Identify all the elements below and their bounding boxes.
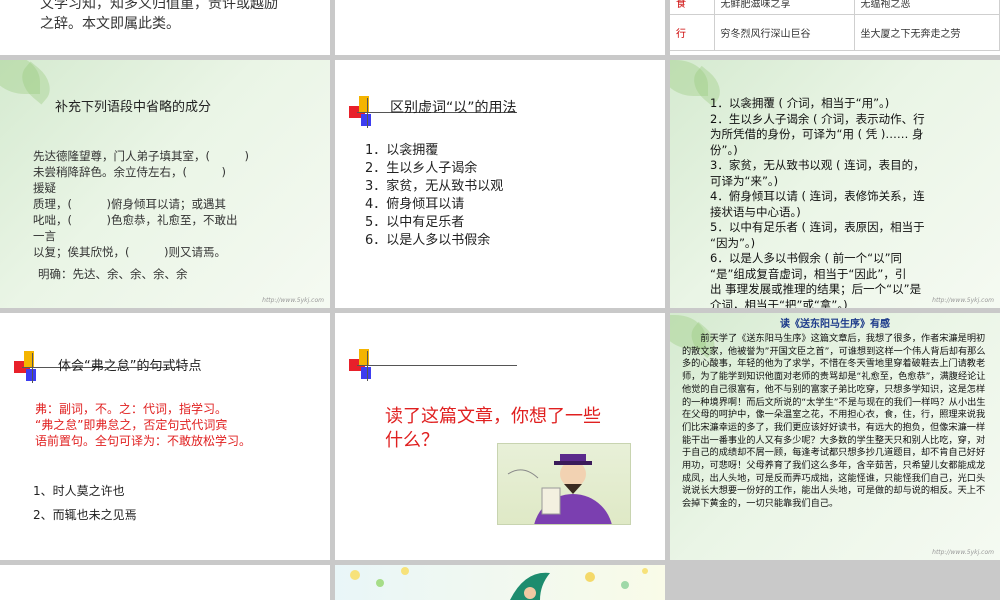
text-line: 叱咄，( )色愈恭，礼愈至，不敢出 bbox=[33, 213, 238, 227]
text-line: 出 事理发展或推理的结果；后一个“以”是 bbox=[710, 282, 922, 296]
scholar-illustration bbox=[497, 443, 631, 525]
annotation-list: 1．以衾拥覆 ( 介词，相当于“用”。) 2．生以乡人子谒余 ( 介词，表示动作… bbox=[710, 96, 995, 308]
text-line: 质理，( )俯身倾耳以请；或遇其 bbox=[33, 197, 226, 211]
list-item: 2．生以乡人子谒余 bbox=[365, 161, 478, 176]
watermark: http://www.5ykj.com bbox=[932, 297, 994, 304]
table-cell: 行 bbox=[670, 14, 715, 51]
scholar-figure-icon bbox=[507, 454, 612, 524]
empty-area bbox=[670, 565, 1000, 600]
table-cell: 无鲜肥滋味之享 bbox=[713, 0, 855, 15]
list-item: 6．以是人多以书假余 bbox=[365, 233, 491, 248]
text-line: 未尝稍降辞色。余立侍左右，( ) bbox=[33, 165, 226, 179]
table-row: 行 穷冬烈风行深山巨谷 坐大厦之下无奔走之劳 bbox=[670, 14, 1000, 51]
text-line: 5．以中有足乐者 ( 连词，表原因，相当于 bbox=[710, 220, 925, 234]
slide-1-line-1: 文学习知，知多义归值重，贵许或越励 bbox=[40, 0, 278, 12]
slide-4[interactable]: 补充下列语段中省略的成分 先达德隆望尊，门人弟子填其室，( ) 未尝稍降辞色。余… bbox=[0, 60, 330, 308]
slide-3-table: 食 无鲜肥滋味之享 无缊袍之恶 行 穷冬烈风行深山巨谷 坐大厦之下无奔走之劳 bbox=[670, 0, 1000, 51]
slide-5[interactable]: 区别虚词“以”的用法 1．以衾拥覆 2．生以乡人子谒余 3．家贫，无从致书以观 … bbox=[335, 60, 665, 308]
slide-title: 区别虚词“以”的用法 bbox=[390, 100, 517, 116]
text-line: 3．家贫，无从致书以观 ( 连词，表目的， bbox=[710, 158, 925, 172]
list-item: 1、时人莫之许也 bbox=[33, 484, 125, 498]
watermark: http://www.5ykj.com bbox=[262, 297, 324, 304]
essay-title: 读《送东阳马生序》有感 bbox=[780, 319, 890, 330]
answer-text: 明确：先达、余、余、余、余 bbox=[38, 267, 188, 281]
slide-title: 体会“弗之怠”的句式特点 bbox=[58, 359, 202, 374]
text-line: 援疑 bbox=[33, 181, 56, 195]
slide-6[interactable]: 1．以衾拥覆 ( 介词，相当于“用”。) 2．生以乡人子谒余 ( 介词，表示动作… bbox=[670, 60, 1000, 308]
text-line: 先达德隆望尊，门人弟子填其室，( ) bbox=[33, 149, 249, 163]
text-line: “是”组成复音虚词，相当于“因此”，引 bbox=[710, 266, 907, 281]
red-explanation: 语前置句。全句可译为：不敢放松学习。 bbox=[35, 434, 252, 448]
text-line: 1．以衾拥覆 ( 介词，相当于“用”。) bbox=[710, 96, 890, 110]
table-cell: 食 bbox=[670, 0, 715, 15]
text-line: 2．生以乡人子谒余 ( 介词，表示动作、行 bbox=[710, 111, 925, 126]
text-line: 份”。) bbox=[710, 142, 738, 157]
essay-body: 前天学了《送东阳马生序》这篇文章后，我想了很多，作者宋濂是明初的散文家，他被誉为… bbox=[682, 333, 986, 510]
list-item: 5．以中有足乐者 bbox=[365, 215, 465, 230]
slide-11[interactable] bbox=[335, 565, 665, 600]
text-line: “因为”。) bbox=[710, 235, 756, 250]
slide-title: 补充下列语段中省略的成分 bbox=[55, 100, 212, 115]
list-item: 4．俯身倾耳以请 bbox=[365, 197, 465, 212]
corner-deco-icon bbox=[349, 96, 517, 128]
text-line: 一言 bbox=[33, 229, 56, 243]
list-item: 3．家贫，无从致书以观 bbox=[365, 179, 504, 194]
slide-2[interactable] bbox=[335, 0, 665, 55]
slide-8[interactable]: 读了这篇文章，你想了一些 什么？ bbox=[335, 313, 665, 560]
table-cell: 无缊袍之恶 bbox=[853, 0, 1000, 15]
table-cell: 坐大厦之下无奔走之劳 bbox=[853, 14, 1000, 51]
list-item: 2、而辄也未之见焉 bbox=[33, 508, 137, 522]
red-explanation: 弗：副词，不。之：代词，指学习。 bbox=[35, 402, 228, 416]
corner-deco-icon bbox=[349, 349, 517, 381]
slide-1[interactable]: 文学习知，知多义归值重，贵许或越励 之辞。本文即属此类。 bbox=[0, 0, 330, 55]
slide-1-line-2: 之辞。本文即属此类。 bbox=[40, 16, 180, 32]
text-line: 可译为“来”。) bbox=[710, 173, 779, 188]
text-line: 为所凭借的身份，可译为“用 ( 凭 )…… 身 bbox=[710, 127, 924, 141]
slide-3[interactable]: 食 无鲜肥滋味之享 无缊袍之恶 行 穷冬烈风行深山巨谷 坐大厦之下无奔走之劳 bbox=[670, 0, 1000, 55]
text-line: 6．以是人多以书假余 ( 前一个“以”同 bbox=[710, 251, 903, 265]
red-explanation: “弗之怠”即弗怠之，否定句式代词宾 bbox=[35, 418, 228, 432]
slide-7[interactable]: 体会“弗之怠”的句式特点 弗：副词，不。之：代词，指学习。 “弗之怠”即弗怠之，… bbox=[0, 313, 330, 560]
table-cell: 穷冬烈风行深山巨谷 bbox=[713, 14, 855, 51]
corner-deco-icon bbox=[14, 351, 182, 383]
flower-decoration-icon bbox=[350, 567, 648, 600]
text-line: 以复；俟其欣悦，( )则又请焉。 bbox=[33, 245, 226, 259]
slide-title: 读了这篇文章，你想了一些 bbox=[385, 406, 601, 427]
text-line: 接状语与中心语。) bbox=[710, 204, 801, 219]
slide-title: 什么？ bbox=[385, 430, 439, 451]
text-line: 4．俯身倾耳以请 ( 连词，表修饰关系，连 bbox=[710, 189, 925, 203]
watermark: http://www.5ykj.com bbox=[932, 549, 994, 556]
slide-10[interactable] bbox=[0, 565, 330, 600]
slide-9[interactable]: 读《送东阳马生序》有感 前天学了《送东阳马生序》这篇文章后，我想了很多，作者宋濂… bbox=[670, 313, 1000, 560]
table-row: 食 无鲜肥滋味之享 无缊袍之恶 bbox=[670, 0, 1000, 15]
list-item: 1．以衾拥覆 bbox=[365, 143, 439, 158]
